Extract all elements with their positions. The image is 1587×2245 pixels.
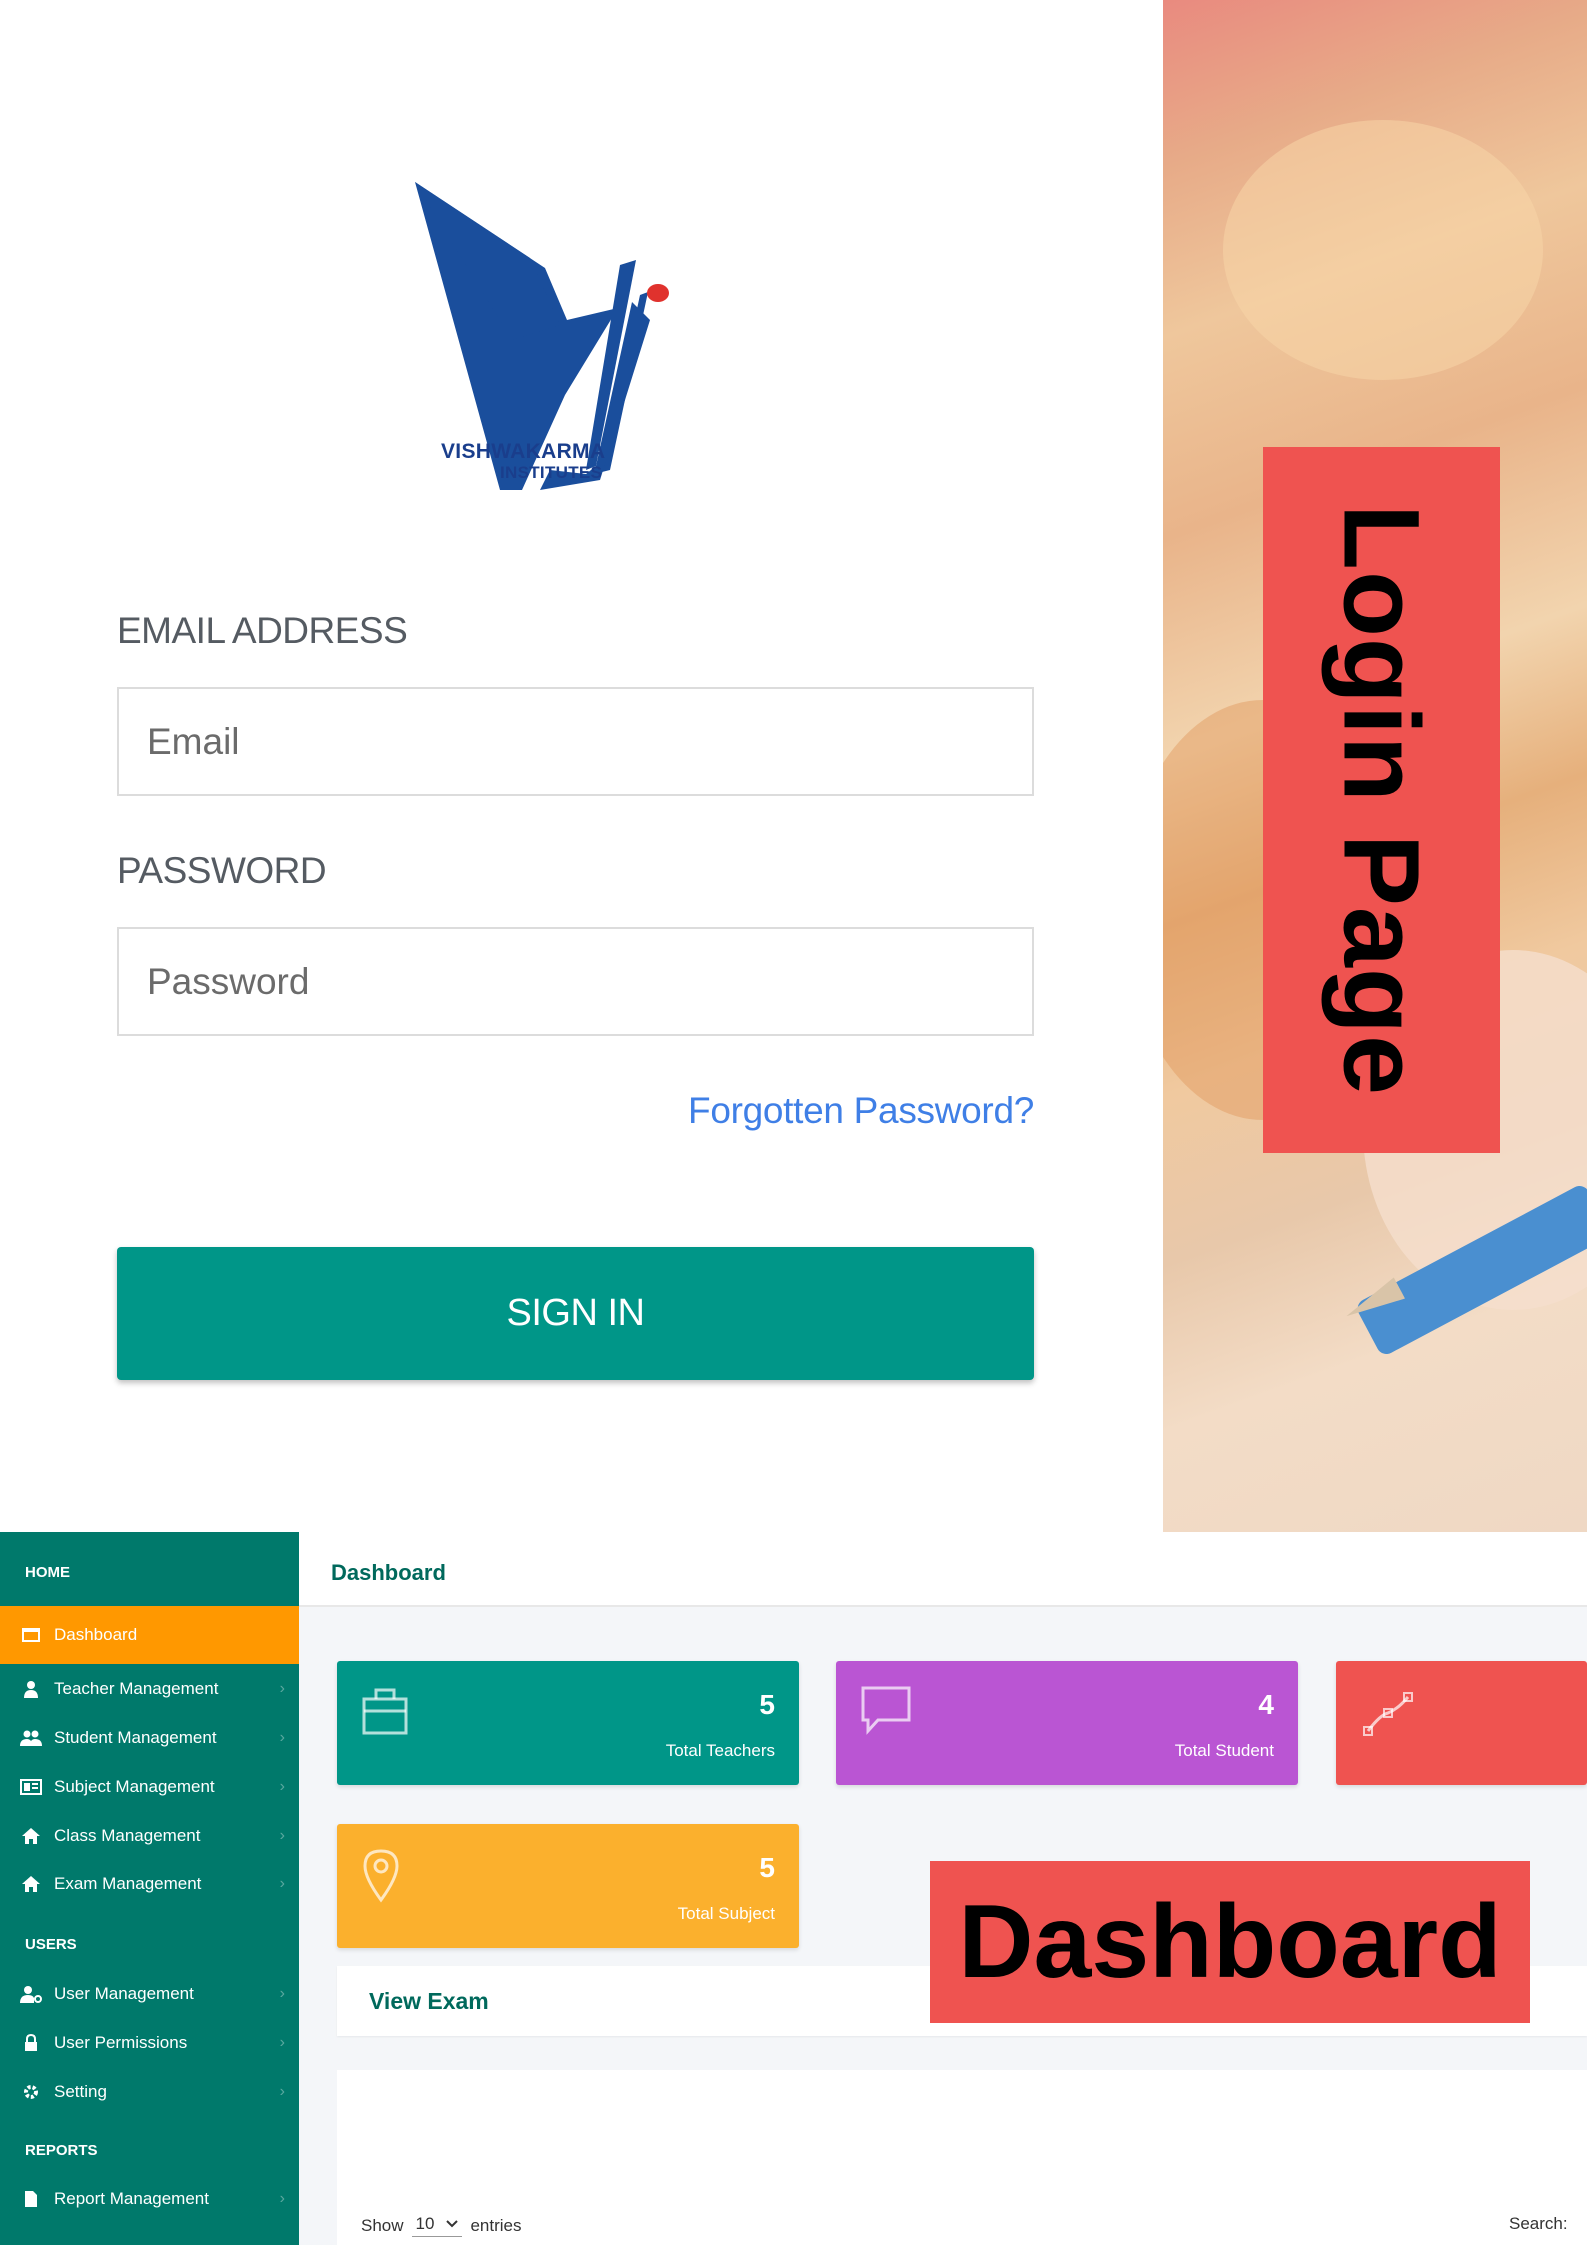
lock-icon: [20, 2034, 42, 2052]
sidebar-item-student-management[interactable]: Student Management ›: [0, 1714, 299, 1762]
stat-value: 4: [1258, 1689, 1274, 1720]
stat-card-total-teachers[interactable]: 5 Total Teachers: [337, 1661, 799, 1785]
entries-length-control: Show 10 entries: [361, 2214, 521, 2237]
sidebar-item-label: Report Management: [54, 2189, 209, 2208]
briefcase-icon: [361, 1685, 409, 1742]
sidebar-item-label: Class Management: [54, 1826, 201, 1845]
sidebar-item-label: User Management: [54, 1984, 194, 2003]
sidebar-item-teacher-management[interactable]: Teacher Management ›: [0, 1665, 299, 1713]
home-icon: [20, 1827, 42, 1845]
dashboard-screen: HOME Dashboard Teacher Management › Stud…: [0, 1532, 1587, 2245]
home-icon: [20, 1875, 42, 1893]
vector-icon: [1360, 1685, 1414, 1744]
forgot-password-link[interactable]: Forgotten Password?: [688, 1090, 1034, 1132]
sidebar-item-label: Student Management: [54, 1728, 217, 1747]
stat-label: Total Teachers: [665, 1741, 775, 1760]
stat-card-total-subject[interactable]: 5 Total Subject: [337, 1824, 799, 1948]
login-page: VISHWAKARMA INSTITUTES EMAIL ADDRESS PAS…: [0, 0, 1587, 1532]
dashboard-icon: [20, 1627, 42, 1643]
sidebar-item-setting[interactable]: Setting ›: [0, 2068, 299, 2116]
password-label: PASSWORD: [117, 850, 327, 891]
entries-label: entries: [470, 2215, 522, 2235]
dashboard-banner: Dashboard: [930, 1861, 1530, 2023]
file-icon: [20, 2190, 42, 2208]
entries-select[interactable]: 10: [411, 2214, 463, 2237]
sidebar-item-label: Dashboard: [54, 1625, 138, 1644]
view-exam-title: View Exam: [369, 1988, 489, 2014]
sidebar-item-label: Setting: [54, 2082, 107, 2101]
email-input[interactable]: [117, 687, 1034, 796]
gear-icon: [20, 2083, 42, 2101]
dashboard-topbar: Dashboard: [299, 1532, 1587, 1607]
dashboard-banner-label: Dashboard: [958, 1883, 1502, 2000]
stat-value: 5: [759, 1852, 775, 1883]
search-label: Search:: [1509, 2214, 1568, 2233]
chevron-right-icon: ›: [279, 2034, 285, 2051]
subject-icon: [20, 1779, 42, 1795]
chevron-right-icon: ›: [279, 2190, 285, 2207]
sidebar-item-subject-management[interactable]: Subject Management ›: [0, 1763, 299, 1811]
stat-value: 5: [759, 1689, 775, 1720]
chevron-right-icon: ›: [279, 1985, 285, 2002]
sidebar-item-user-permissions[interactable]: User Permissions ›: [0, 2019, 299, 2067]
sidebar-item-label: Exam Management: [54, 1874, 202, 1893]
chevron-right-icon: ›: [279, 1827, 285, 1844]
show-label: Show: [361, 2215, 404, 2235]
stat-label: Total Student: [1174, 1741, 1274, 1760]
entries-select-value: 10: [415, 2214, 435, 2233]
users-icon: [20, 1729, 42, 1747]
chevron-right-icon: ›: [279, 1778, 285, 1795]
chevron-right-icon: ›: [279, 2083, 285, 2100]
email-label: EMAIL ADDRESS: [117, 610, 408, 651]
chevron-down-icon: [446, 2220, 459, 2228]
user-cog-icon: [20, 1985, 42, 2003]
sign-in-button[interactable]: SIGN IN: [117, 1247, 1034, 1380]
login-page-banner: Login Page: [1263, 447, 1500, 1153]
sidebar-item-exam-management[interactable]: Exam Management ›: [0, 1860, 299, 1908]
login-page-banner-label: Login Page: [1321, 503, 1442, 1097]
sidebar-heading-reports: REPORTS: [25, 2142, 98, 2159]
user-icon: [20, 1680, 42, 1698]
sidebar-item-report-management[interactable]: Report Management ›: [0, 2175, 299, 2223]
password-input[interactable]: [117, 927, 1034, 1036]
sidebar-item-class-management[interactable]: Class Management ›: [0, 1812, 299, 1860]
stat-card-partial[interactable]: [1336, 1661, 1587, 1785]
sidebar-item-label: Teacher Management: [54, 1679, 219, 1698]
sidebar-heading-users: USERS: [25, 1936, 77, 1953]
stat-label: Total Subject: [677, 1904, 775, 1923]
exam-table-panel: Show 10 entries Search:: [337, 2070, 1587, 2245]
chevron-right-icon: ›: [279, 1875, 285, 1892]
chevron-right-icon: ›: [279, 1680, 285, 1697]
sidebar-item-user-management[interactable]: User Management ›: [0, 1970, 299, 2018]
sidebar-item-label: User Permissions: [54, 2033, 188, 2052]
location-icon: [361, 1848, 401, 1909]
stat-card-total-student[interactable]: 4 Total Student: [836, 1661, 1298, 1785]
sidebar-heading-home: HOME: [25, 1564, 70, 1581]
sidebar: HOME Dashboard Teacher Management › Stud…: [0, 1532, 299, 2245]
page-title: Dashboard: [331, 1560, 446, 1585]
sidebar-item-label: Subject Management: [54, 1777, 215, 1796]
sidebar-item-dashboard[interactable]: Dashboard: [0, 1606, 299, 1664]
logo-text-line1: VISHWAKARMA: [441, 440, 606, 463]
chat-icon: [860, 1685, 912, 1740]
chevron-right-icon: ›: [279, 1729, 285, 1746]
logo-text-line2: INSTITUTES: [500, 463, 603, 482]
